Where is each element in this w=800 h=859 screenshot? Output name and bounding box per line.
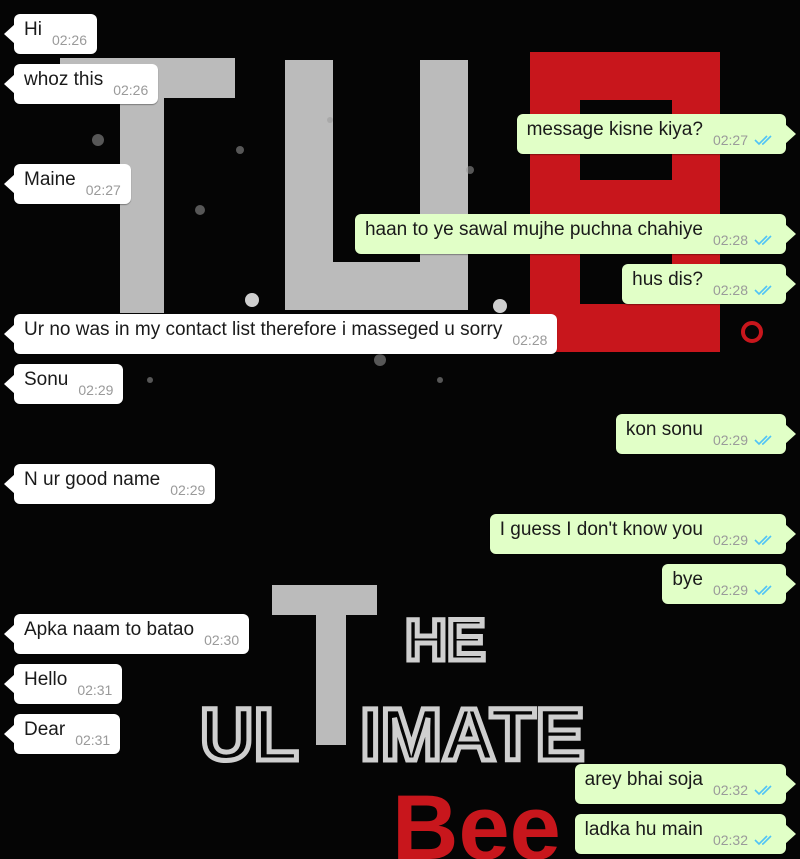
message-time: 02:29 [712,582,748,598]
message-text: Hello [24,669,68,690]
outgoing-message[interactable]: kon sonu 02:29 [615,414,797,454]
message-text: whoz this [24,69,104,90]
message-time: 02:31 [77,682,113,698]
message-text: Maine [24,169,76,190]
message-time: 02:32 [712,832,748,848]
message-row: arey bhai soja 02:32 [0,764,800,804]
message-text: N ur good name [24,469,161,490]
incoming-message[interactable]: Maine 02:27 [4,164,131,204]
message-time: 02:27 [712,132,748,148]
message-time: 02:29 [712,532,748,548]
message-text: Dear [24,719,66,740]
message-row: message kisne kiya? 02:27 [0,114,800,154]
read-receipt-double-tick-icon [754,284,776,296]
read-receipt-double-tick-icon [754,134,776,146]
message-row: Ur no was in my contact list therefore i… [0,314,800,354]
message-text: Sonu [24,369,69,390]
message-time: 02:26 [51,32,87,48]
incoming-message[interactable]: Sonu 02:29 [3,364,124,404]
incoming-message[interactable]: N ur good name 02:29 [3,464,216,504]
read-receipt-double-tick-icon [754,434,776,446]
incoming-message[interactable]: Hello 02:31 [3,664,123,704]
outgoing-message[interactable]: bye 02:29 [662,564,796,604]
message-row: bye 02:29 [0,564,800,604]
message-row: I guess I don't know you 02:29 [0,514,800,554]
message-row: ladka hu main 02:32 [0,814,800,854]
message-text: bye [672,569,703,590]
outgoing-message[interactable]: ladka hu main 02:32 [574,814,797,854]
message-row: N ur good name 02:29 [0,464,800,504]
message-time: 02:30 [204,632,240,648]
message-row: whoz this 02:26 [0,64,800,104]
message-row: Hello 02:31 [0,664,800,704]
incoming-message[interactable]: Ur no was in my contact list therefore i… [3,314,558,354]
message-time: 02:29 [712,432,748,448]
read-receipt-double-tick-icon [754,584,776,596]
message-row: hus dis? 02:28 [0,264,800,304]
message-text: arey bhai soja [584,769,703,790]
message-time: 02:28 [512,332,548,348]
read-receipt-double-tick-icon [754,834,776,846]
read-receipt-double-tick-icon [754,784,776,796]
incoming-message[interactable]: Dear 02:31 [3,714,121,754]
message-text: haan to ye sawal mujhe puchna chahiye [364,219,703,240]
message-text: message kisne kiya? [526,119,703,140]
message-row: haan to ye sawal mujhe puchna chahiye 02… [0,214,800,254]
outgoing-message[interactable]: haan to ye sawal mujhe puchna chahiye 02… [354,214,797,254]
message-row: Maine 02:27 [0,164,800,204]
read-receipt-double-tick-icon [754,234,776,246]
message-time: 02:27 [85,182,121,198]
outgoing-message[interactable]: arey bhai soja 02:32 [574,764,797,804]
message-text: Apka naam to batao [24,619,195,640]
read-receipt-double-tick-icon [754,534,776,546]
message-row: kon sonu 02:29 [0,414,800,454]
message-text: Ur no was in my contact list therefore i… [24,319,503,340]
message-time: 02:32 [712,782,748,798]
message-row: Hi 02:26 [0,14,800,54]
outgoing-message[interactable]: message kisne kiya? 02:27 [516,114,797,154]
message-time: 02:28 [712,232,748,248]
message-text: I guess I don't know you [499,519,703,540]
message-row: Dear 02:31 [0,714,800,754]
outgoing-message[interactable]: I guess I don't know you 02:29 [489,514,797,554]
message-time: 02:28 [712,282,748,298]
message-time: 02:31 [75,732,111,748]
incoming-message[interactable]: Apka naam to batao 02:30 [3,614,250,654]
message-text: ladka hu main [584,819,703,840]
outgoing-message[interactable]: hus dis? 02:28 [622,264,796,304]
message-text: Hi [24,19,42,40]
message-time: 02:29 [170,482,206,498]
incoming-message[interactable]: Hi 02:26 [4,14,97,54]
message-time: 02:26 [113,82,149,98]
incoming-message[interactable]: whoz this 02:26 [3,64,159,104]
message-row: Sonu 02:29 [0,364,800,404]
message-text: kon sonu [625,419,703,440]
chat-thread[interactable]: Hi 02:26 whoz this 02:26 message kisne k… [0,0,800,859]
message-text: hus dis? [632,269,703,290]
message-row: Apka naam to batao 02:30 [0,614,800,654]
message-time: 02:29 [78,382,114,398]
